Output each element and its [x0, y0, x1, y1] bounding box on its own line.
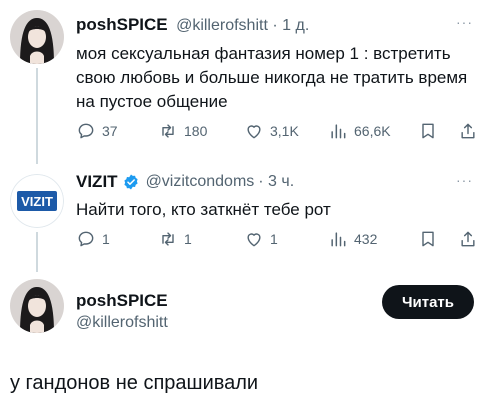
display-name[interactable]: poshSPICE	[76, 291, 168, 311]
share-icon	[461, 231, 475, 247]
reply-count: 37	[102, 123, 118, 139]
bookmark-icon	[422, 123, 434, 139]
more-options-icon[interactable]: ···	[456, 172, 473, 188]
reply-icon	[78, 231, 94, 247]
retweet-button[interactable]: 180	[158, 121, 207, 141]
like-button[interactable]: 1	[244, 229, 278, 249]
like-count: 3,1K	[270, 123, 299, 139]
views-button[interactable]: 66,6K	[328, 121, 391, 141]
avatar[interactable]	[10, 279, 64, 333]
avatar[interactable]: VIZIT	[10, 174, 64, 228]
like-button[interactable]: 3,1K	[244, 121, 299, 141]
handle[interactable]: @vizitcondoms	[146, 173, 255, 191]
reply-button[interactable]: 1	[76, 229, 110, 249]
share-button[interactable]	[458, 121, 478, 141]
tweet-text: моя сексуальная фантазия номер 1 : встре…	[76, 44, 468, 111]
timestamp[interactable]: · 1 д.	[272, 17, 309, 34]
heart-icon	[247, 233, 261, 247]
follow-button[interactable]: Читать	[382, 285, 474, 319]
view-count: 432	[354, 231, 378, 247]
reply-count: 1	[102, 231, 110, 247]
views-button[interactable]: 432	[328, 229, 377, 249]
tweet-text: Найти того, кто заткнёт тебе рот	[76, 200, 331, 219]
handle[interactable]: @killerofshitt	[76, 314, 168, 332]
analytics-icon	[331, 124, 346, 139]
retweet-icon	[162, 124, 174, 138]
display-name[interactable]: VIZIT	[76, 172, 118, 192]
share-icon	[461, 123, 475, 139]
retweet-icon	[162, 232, 174, 246]
view-count: 66,6K	[354, 123, 391, 139]
analytics-icon	[331, 232, 346, 247]
tweet-actions: 1 1 1 432	[0, 229, 490, 253]
heart-icon	[247, 125, 261, 139]
display-name[interactable]: poshSPICE	[76, 15, 168, 34]
logo-text: VIZIT	[21, 194, 53, 209]
tweet-actions: 37 180 3,1K 66,6K	[0, 121, 490, 145]
retweet-count: 180	[184, 123, 208, 139]
like-count: 1	[270, 231, 278, 247]
reply-icon	[78, 123, 94, 139]
verified-badge-icon	[123, 174, 138, 190]
bookmark-icon	[422, 231, 434, 247]
reply-button[interactable]: 37	[76, 121, 118, 141]
bookmark-button[interactable]	[418, 229, 438, 249]
handle[interactable]: @killerofshitt	[176, 17, 268, 34]
main-tweet-text: у гандонов не спрашивали	[10, 372, 259, 394]
share-button[interactable]	[458, 229, 478, 249]
thread-line	[36, 68, 38, 164]
retweet-button[interactable]: 1	[158, 229, 192, 249]
bookmark-button[interactable]	[418, 121, 438, 141]
avatar[interactable]	[10, 10, 64, 64]
retweet-count: 1	[184, 231, 192, 247]
timestamp[interactable]: · 3 ч.	[258, 173, 294, 191]
more-options-icon[interactable]: ···	[456, 14, 473, 30]
